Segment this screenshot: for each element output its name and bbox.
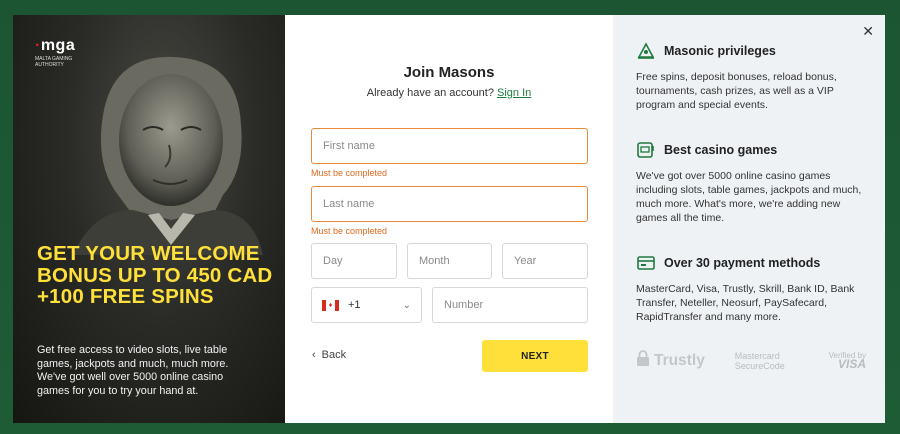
mga-subtitle: MALTA GAMING AUTHORITY [35,56,73,68]
feature-text: MasterCard, Visa, Trustly, Skrill, Bank … [636,283,855,323]
feature-title: Over 30 payment methods [664,256,821,270]
benefits-panel: ✕ Masonic privileges Free spins, deposit… [613,15,885,423]
country-code-value: +1 [348,299,361,311]
promo-description: Get free access to video slots, live tab… [37,344,229,397]
back-button[interactable]: ‹ Back [312,349,346,361]
sign-in-link[interactable]: Sign In [497,87,531,99]
feature-text: We've got over 5000 online casino games … [636,170,862,224]
lock-icon [636,350,650,371]
payment-logos: Trustly Mastercard SecureCode Verified b… [636,350,866,371]
chevron-left-icon: ‹ [312,349,316,361]
first-name-field[interactable]: First name [311,128,588,164]
mga-logo: ·mga [35,37,76,54]
day-field[interactable]: Day [311,243,397,279]
registration-form: Join Masons Already have an account? Sig… [285,15,613,423]
form-title: Join Masons [403,64,495,81]
promo-headline: GET YOUR WELCOME BONUS UP TO 450 CAD +10… [37,242,273,308]
portrait-illustration [73,56,263,255]
feature-payment-methods: Over 30 payment methods MasterCard, Visa… [636,253,868,324]
mga-badge: ·mga MALTA GAMING AUTHORITY [35,37,95,68]
trustly-logo: Trustly [636,350,705,371]
month-field[interactable]: Month [407,243,492,279]
close-icon[interactable]: ✕ [862,23,874,40]
feature-title: Masonic privileges [664,44,776,58]
have-account-text: Already have an account? [366,87,494,99]
slot-machine-icon [636,140,656,160]
phone-number-field[interactable]: Number [432,287,588,323]
card-payment-icon [636,253,656,273]
signin-prompt: Already have an account? Sign In [285,87,613,99]
feature-best-casino-games: Best casino games We've got over 5000 on… [636,140,868,225]
feature-title: Best casino games [664,143,778,157]
country-code-select[interactable]: ♦ +1 ⌄ [311,287,422,323]
year-field[interactable]: Year [502,243,588,279]
crown-icon [636,41,656,61]
canada-flag-icon: ♦ [322,299,339,311]
feature-text: Free spins, deposit bonuses, reload bonu… [636,71,837,111]
feature-masonic-privileges: Masonic privileges Free spins, deposit b… [636,41,868,112]
chevron-down-icon: ⌄ [402,299,411,311]
last-name-error: Must be completed [311,226,388,236]
promo-panel: ·mga MALTA GAMING AUTHORITY GET YOUR WEL… [13,15,285,423]
verified-by-visa-logo: Verified by VISA [828,351,866,371]
signup-modal: ·mga MALTA GAMING AUTHORITY GET YOUR WEL… [13,15,885,423]
last-name-field[interactable]: Last name [311,186,588,222]
first-name-error: Must be completed [311,168,388,178]
next-button[interactable]: NEXT [482,340,588,372]
mastercard-securecode-logo: Mastercard SecureCode [734,350,785,371]
